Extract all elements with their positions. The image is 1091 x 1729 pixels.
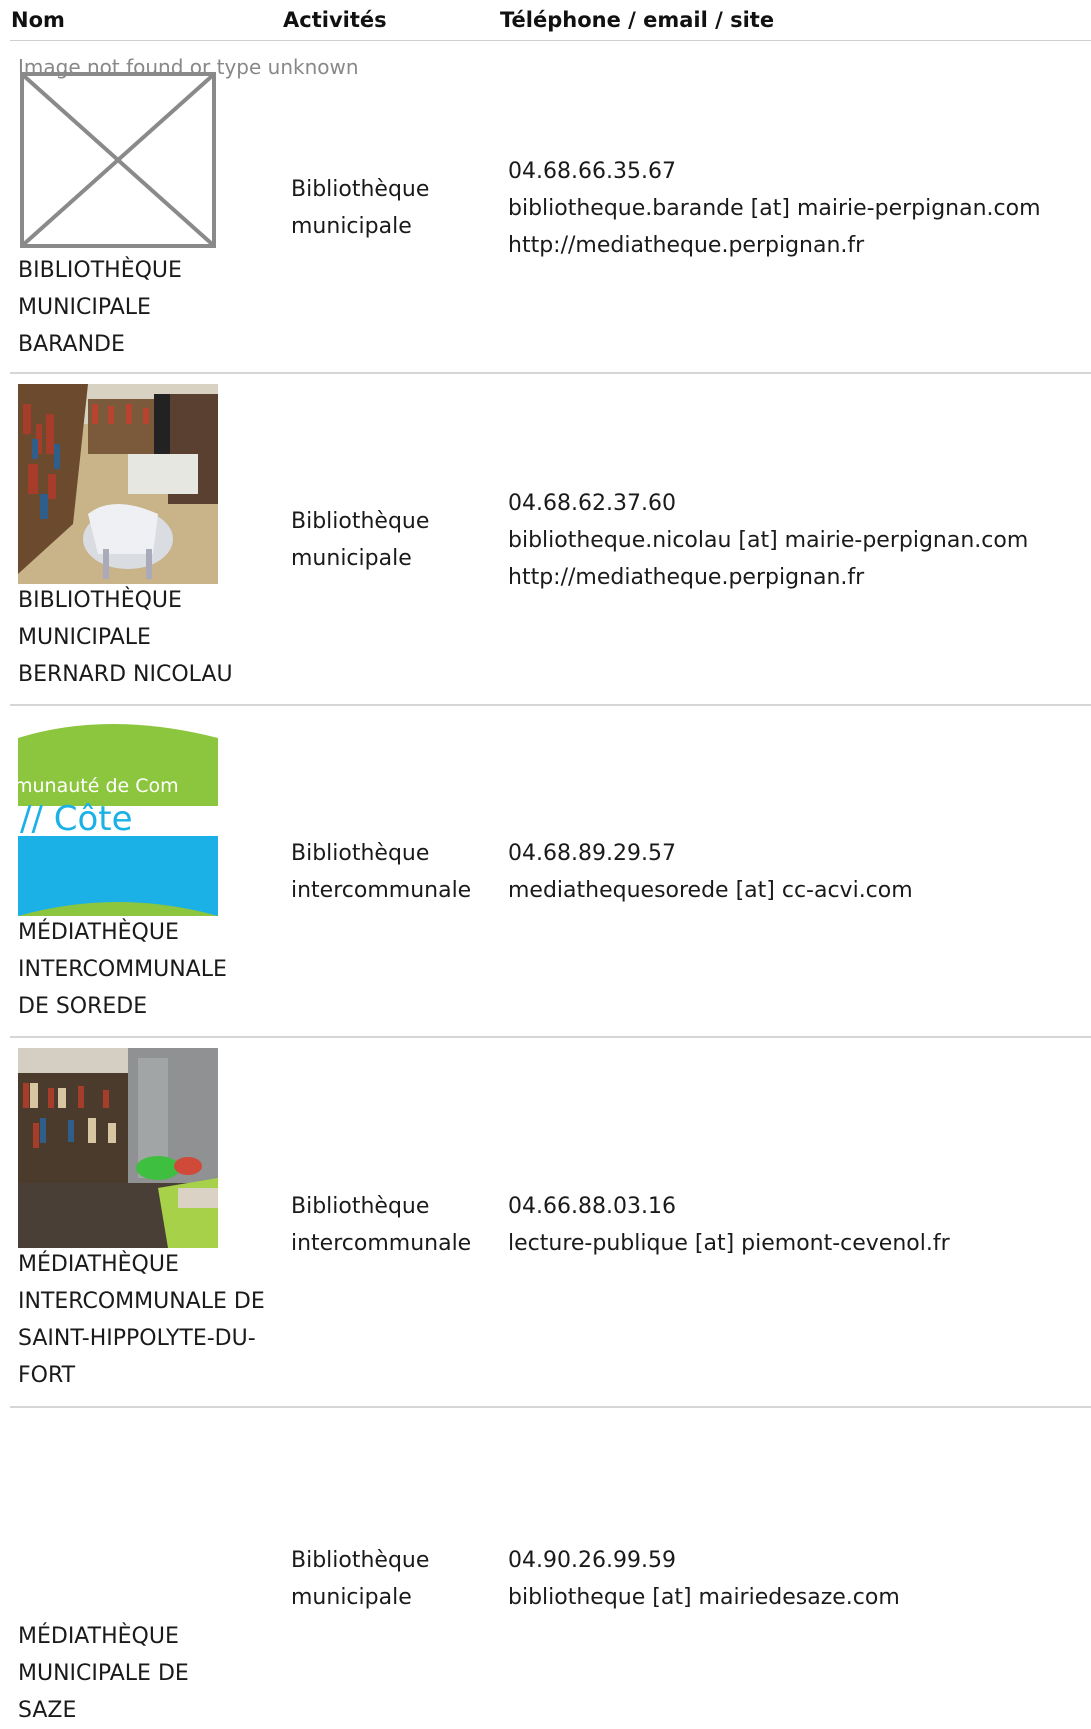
phone-number: 04.90.26.99.59 <box>508 1548 676 1573</box>
email-address: lecture-publique [at] piemont-cevenol.fr <box>508 1231 950 1256</box>
contact-block: 04.68.89.29.57 mediathequesorede [at] cc… <box>508 835 1088 909</box>
phone-number: 04.66.88.03.16 <box>508 1194 676 1219</box>
phone-number: 04.68.62.37.60 <box>508 491 676 516</box>
broken-image-icon <box>18 70 218 270</box>
contact-block: 04.68.66.35.67 bibliotheque.barande [at]… <box>508 153 1088 264</box>
contact-block: 04.68.62.37.60 bibliotheque.nicolau [at]… <box>508 485 1088 596</box>
phone-number: 04.68.66.35.67 <box>508 159 676 184</box>
library-activity: Bibliothèque municipale <box>291 1548 430 1610</box>
email-address: bibliotheque.barande [at] mairie-perpign… <box>508 196 1041 221</box>
table-row: Image not found or type unknown BIBLIOTH… <box>10 40 1091 374</box>
table-header: Nom Activités Téléphone / email / site <box>10 0 1091 41</box>
library-name: BIBLIOTHÈQUE MUNICIPALE BARANDE <box>18 258 182 357</box>
column-header-nom: Nom <box>11 8 65 32</box>
library-activity: Bibliothèque municipale <box>291 509 430 571</box>
email-address: bibliotheque.nicolau [at] mairie-perpign… <box>508 528 1029 553</box>
community-logo: munauté de Com // Côte <box>18 716 218 916</box>
library-photo <box>18 384 218 584</box>
website-link[interactable]: http://mediatheque.perpignan.fr <box>508 227 1088 264</box>
logo-text-line1: munauté de Com <box>18 775 179 797</box>
column-header-activites: Activités <box>283 8 387 32</box>
email-address: bibliotheque [at] mairiedesaze.com <box>508 1585 900 1610</box>
library-activity: Bibliothèque intercommunale <box>291 1194 472 1256</box>
library-photo <box>18 1048 218 1248</box>
table-row: munauté de Com // Côte MÉDIATHÈQUE INTER… <box>10 704 1091 1038</box>
column-header-contact: Téléphone / email / site <box>500 8 775 32</box>
library-name: MÉDIATHÈQUE INTERCOMMUNALE DE SOREDE <box>18 920 227 1019</box>
library-activity: Bibliothèque municipale <box>291 177 430 239</box>
library-name: BIBLIOTHÈQUE MUNICIPALE BERNARD NICOLAU <box>18 588 233 687</box>
table-row: BIBLIOTHÈQUE MUNICIPALE BERNARD NICOLAU … <box>10 372 1091 706</box>
contact-block: 04.66.88.03.16 lecture-publique [at] pie… <box>508 1188 1088 1262</box>
contact-block: 04.90.26.99.59 bibliotheque [at] mairied… <box>508 1542 1088 1616</box>
library-name: MÉDIATHÈQUE MUNICIPALE DE SAZE <box>18 1624 189 1723</box>
library-activity: Bibliothèque intercommunale <box>291 841 472 903</box>
library-name: MÉDIATHÈQUE INTERCOMMUNALE DE SAINT-HIPP… <box>18 1252 265 1388</box>
phone-number: 04.68.89.29.57 <box>508 841 676 866</box>
logo-text-line2: // Côte <box>20 799 133 839</box>
email-address: mediathequesorede [at] cc-acvi.com <box>508 878 913 903</box>
table-row: MÉDIATHÈQUE INTERCOMMUNALE DE SAINT-HIPP… <box>10 1036 1091 1408</box>
website-link[interactable]: http://mediatheque.perpignan.fr <box>508 559 1088 596</box>
table-row: MÉDIATHÈQUE MUNICIPALE DE SAZE Bibliothè… <box>10 1406 1091 1725</box>
